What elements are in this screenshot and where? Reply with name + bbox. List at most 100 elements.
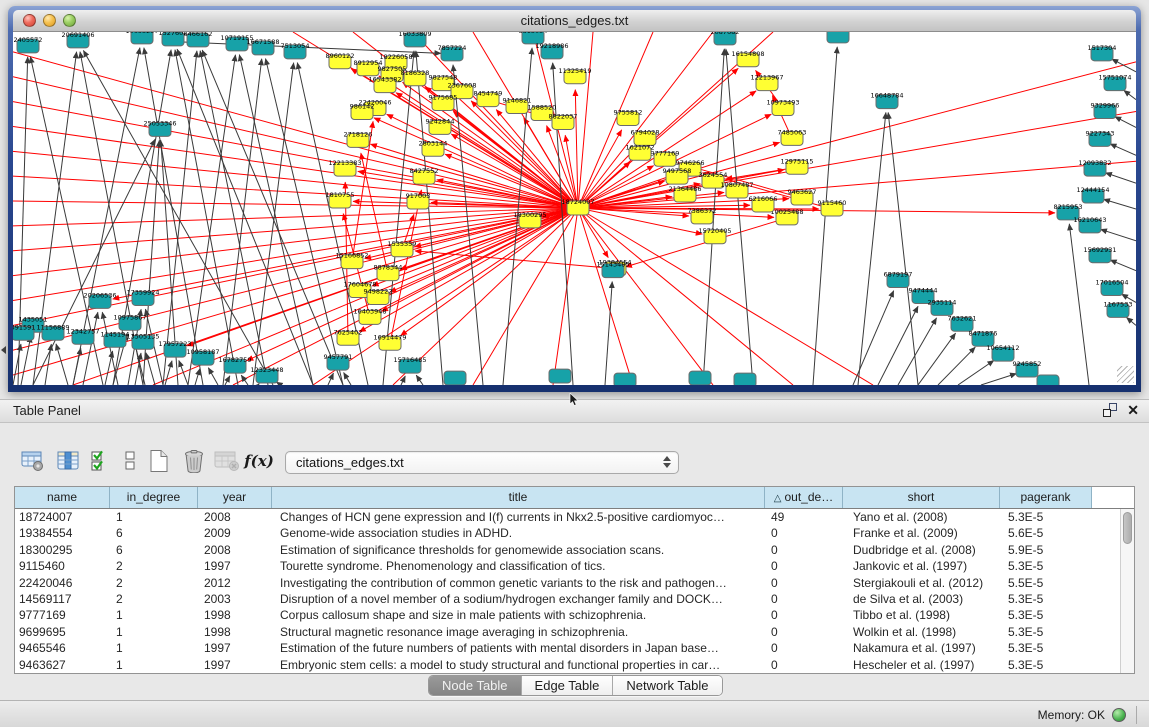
graph-node[interactable]: 9175685: [429, 94, 458, 111]
graph-node[interactable]: 2718126: [344, 130, 373, 147]
graph-node[interactable]: 16403948: [353, 307, 386, 324]
column-header-title[interactable]: title: [272, 487, 765, 508]
graph-node[interactable]: 1621072: [626, 143, 655, 160]
graph-node[interactable]: 6216066: [749, 195, 778, 212]
graph-node[interactable]: 16210643: [1073, 216, 1106, 233]
graph-node[interactable]: 391591: [13, 323, 35, 340]
graph-node[interactable]: 8427552: [410, 167, 439, 184]
table-row[interactable]: 946362711997Embryonic stem cells: a mode…: [15, 657, 1120, 673]
graph-node[interactable]: 1145194: [101, 330, 130, 347]
graph-node[interactable]: [689, 371, 711, 385]
graph-node[interactable]: 9755812: [614, 109, 643, 126]
collapsed-panel-arrow-icon[interactable]: [1, 346, 6, 354]
column-header-in_degree[interactable]: in_degree: [110, 487, 198, 508]
graph-node[interactable]: 6466162: [184, 32, 213, 47]
graph-node[interactable]: 15751074: [1098, 74, 1131, 91]
graph-node[interactable]: 2087682: [711, 32, 740, 45]
graph-node[interactable]: 6879197: [884, 271, 913, 288]
graph-node[interactable]: [734, 373, 756, 385]
graph-node[interactable]: 16154808: [731, 50, 764, 67]
graph-node[interactable]: 1167533: [1104, 300, 1133, 317]
graph-node[interactable]: 15716485: [393, 356, 426, 373]
graph-node[interactable]: 8186328: [401, 69, 430, 86]
window-resize-grip[interactable]: [1117, 366, 1134, 383]
graph-node[interactable]: 9227343: [1086, 129, 1115, 146]
graph-node[interactable]: 9463627: [788, 188, 817, 205]
graph-node[interactable]: 16033809: [398, 32, 431, 47]
graph-node[interactable]: 9329966: [1091, 102, 1120, 119]
citation-network-graph[interactable]: 1872400718300295193845549777169974626694…: [13, 32, 1136, 385]
graph-node[interactable]: 17016504: [1095, 279, 1128, 296]
function-builder-button[interactable]: f(x): [246, 447, 272, 475]
graph-node[interactable]: 10654112: [986, 344, 1019, 361]
graph-node[interactable]: 19218986: [535, 42, 568, 59]
table-row[interactable]: 946554611997Estimation of the future num…: [15, 640, 1120, 656]
graph-node[interactable]: 7513054: [281, 42, 310, 59]
graph-node[interactable]: 10975867: [113, 313, 146, 330]
graph-node[interactable]: 9497568: [663, 167, 692, 184]
table-row[interactable]: 2242004622012Investigating the contribut…: [15, 575, 1120, 591]
graph-node[interactable]: 20691406: [61, 32, 94, 48]
graph-node[interactable]: 12213383: [328, 159, 361, 176]
column-header-name[interactable]: name: [15, 487, 110, 508]
graph-node[interactable]: 12323448: [250, 366, 283, 383]
show-columns-button[interactable]: [56, 447, 82, 475]
table-row[interactable]: 1938455462009Genome-wide association stu…: [15, 525, 1120, 541]
graph-node[interactable]: 10025488: [770, 208, 803, 225]
graph-node[interactable]: 9498222: [364, 288, 393, 305]
graph-node[interactable]: 21364486: [668, 185, 701, 202]
float-panel-icon[interactable]: [1103, 403, 1117, 417]
graph-node[interactable]: 1535359: [388, 240, 417, 257]
graph-node[interactable]: 8454749: [474, 90, 503, 107]
row-height-button[interactable]: [117, 447, 143, 475]
graph-node[interactable]: 8960122: [326, 52, 355, 69]
graph-node[interactable]: [1037, 375, 1059, 385]
graph-node[interactable]: 917003: [406, 192, 431, 209]
column-header-year[interactable]: year: [198, 487, 272, 508]
close-panel-icon[interactable]: ✕: [1127, 403, 1139, 417]
tab-network-table[interactable]: Network Table: [613, 676, 721, 695]
graph-node[interactable]: 10973493: [766, 99, 799, 116]
graph-node[interactable]: 10653257: [125, 32, 158, 44]
network-canvas[interactable]: 1872400718300295193845549777169974626694…: [13, 32, 1136, 385]
graph-node[interactable]: 16782759: [218, 356, 251, 373]
graph-node[interactable]: 986142: [350, 103, 375, 120]
graph-node[interactable]: 7386372: [688, 207, 717, 224]
graph-node[interactable]: 9245852: [1013, 360, 1042, 377]
scrollbar-thumb[interactable]: [1123, 512, 1132, 544]
graph-node[interactable]: 2405572: [14, 36, 43, 53]
graph-node[interactable]: [614, 373, 636, 385]
graph-node[interactable]: 11325419: [558, 67, 591, 84]
graph-node[interactable]: 2803144: [419, 139, 448, 156]
graph-node[interactable]: 17359924: [126, 289, 159, 306]
window-titlebar[interactable]: citations_edges.txt: [13, 10, 1136, 32]
tab-node-table[interactable]: Node Table: [429, 676, 522, 695]
graph-node[interactable]: [444, 371, 466, 385]
table-row[interactable]: 1456911722003Disruption of a novel membe…: [15, 591, 1120, 607]
column-header-out_de[interactable]: △out_de…: [765, 487, 843, 508]
table-vertical-scrollbar[interactable]: [1120, 509, 1134, 673]
table-row[interactable]: 911546021997Tourette syndrome. Phenomeno…: [15, 558, 1120, 574]
graph-node[interactable]: 7625402: [334, 328, 363, 345]
graph-node[interactable]: 16543382: [368, 76, 401, 93]
tab-edge-table[interactable]: Edge Table: [522, 676, 614, 695]
table-settings-button[interactable]: [20, 447, 46, 475]
graph-node[interactable]: 8878344: [374, 264, 403, 281]
graph-node[interactable]: 15720405: [698, 227, 731, 244]
graph-node[interactable]: 12444154: [1076, 186, 1109, 203]
table-row[interactable]: 969969511998Structural magnetic resonanc…: [15, 624, 1120, 640]
graph-node[interactable]: [549, 369, 571, 383]
graph-node[interactable]: 1517304: [1088, 44, 1117, 61]
delete-attributes-button[interactable]: [182, 447, 208, 475]
table-row[interactable]: 977716911998Corpus callosum shape and si…: [15, 607, 1120, 623]
memory-ok-indicator[interactable]: [1112, 708, 1126, 722]
table-row[interactable]: 1830029562008Estimation of significance …: [15, 542, 1120, 558]
graph-node[interactable]: 7485063: [778, 128, 807, 145]
graph-node[interactable]: 12213967: [750, 74, 783, 91]
table-row[interactable]: 1872400712008Changes of HCN gene express…: [15, 509, 1120, 525]
column-header-short[interactable]: short: [843, 487, 1000, 508]
graph-node[interactable]: 25053346: [143, 119, 176, 136]
graph-node[interactable]: 2935114: [928, 298, 957, 315]
graph-node[interactable]: 1663674: [824, 32, 853, 43]
graph-node[interactable]: 1810755: [326, 191, 355, 208]
